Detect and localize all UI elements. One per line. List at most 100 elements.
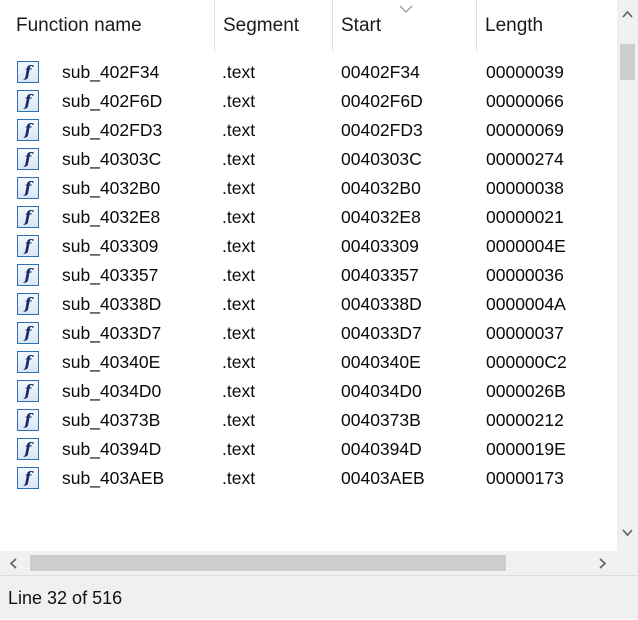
column-header-label: Start — [341, 15, 382, 36]
start-cell: 00402F34 — [341, 62, 420, 82]
function-name-cell: sub_402FD3 — [62, 120, 163, 140]
function-name-cell: sub_403AEB — [62, 468, 165, 488]
table-row[interactable]: f sub_402F6D .text 00402F6D 00000066 — [0, 87, 617, 116]
segment-cell: .text — [222, 294, 256, 314]
scroll-right-arrow-icon[interactable] — [597, 557, 609, 570]
table-row[interactable]: f sub_40338D .text 0040338D 0000004A — [0, 290, 617, 319]
segment-cell: .text — [222, 468, 256, 488]
function-icon: f — [17, 293, 39, 315]
vertical-scroll-thumb[interactable] — [620, 44, 635, 80]
length-cell: 000000C2 — [486, 352, 567, 372]
functions-list-view[interactable]: Function name Segment Start Length f sub_… — [0, 0, 638, 575]
function-name-cell: sub_403309 — [62, 236, 159, 256]
function-icon: f — [17, 322, 39, 344]
function-name-cell: sub_403357 — [62, 265, 159, 285]
table-row[interactable]: f sub_403309 .text 00403309 0000004E — [0, 232, 617, 261]
segment-cell: .text — [222, 323, 256, 343]
start-cell: 00403AEB — [341, 468, 425, 488]
length-cell: 0000019E — [486, 439, 566, 459]
table-row[interactable]: f sub_4033D7 .text 004033D7 00000037 — [0, 319, 617, 348]
function-icon: f — [17, 177, 39, 199]
start-cell: 0040373B — [341, 410, 421, 430]
segment-cell: .text — [222, 62, 256, 82]
table-row[interactable]: f sub_402F34 .text 00402F34 00000039 — [0, 58, 617, 87]
vertical-scrollbar[interactable] — [617, 0, 638, 551]
function-name-cell: sub_402F6D — [62, 91, 163, 111]
start-cell: 0040303C — [341, 149, 422, 169]
segment-cell: .text — [222, 265, 256, 285]
table-row[interactable]: f sub_403357 .text 00403357 00000036 — [0, 261, 617, 290]
segment-cell: .text — [222, 439, 256, 459]
horizontal-scroll-thumb[interactable] — [30, 555, 506, 571]
table-row[interactable]: f sub_4034D0 .text 004034D0 0000026B — [0, 377, 617, 406]
length-cell: 00000173 — [486, 468, 564, 488]
column-header-label: Function name — [16, 15, 142, 36]
function-name-cell: sub_40340E — [62, 352, 161, 372]
column-header-segment[interactable]: Segment — [215, 0, 333, 52]
start-cell: 00403309 — [341, 236, 419, 256]
length-cell: 0000004E — [486, 236, 566, 256]
function-icon: f — [17, 351, 39, 373]
function-name-cell: sub_40303C — [62, 149, 162, 169]
segment-cell: .text — [222, 91, 256, 111]
scrollbar-corner — [617, 551, 638, 575]
scroll-left-arrow-icon[interactable] — [7, 557, 19, 570]
function-name-cell: sub_4032E8 — [62, 207, 161, 227]
function-icon: f — [17, 438, 39, 460]
table-row[interactable]: f sub_40303C .text 0040303C 00000274 — [0, 145, 617, 174]
start-cell: 004032B0 — [341, 178, 421, 198]
length-cell: 00000274 — [486, 149, 564, 169]
table-row[interactable]: f sub_40394D .text 0040394D 0000019E — [0, 435, 617, 464]
table-row[interactable]: f sub_40340E .text 0040340E 000000C2 — [0, 348, 617, 377]
start-cell: 004033D7 — [341, 323, 422, 343]
length-cell: 00000036 — [486, 265, 564, 285]
function-name-cell: sub_4032B0 — [62, 178, 161, 198]
column-header-length[interactable]: Length — [477, 0, 617, 52]
function-icon: f — [17, 467, 39, 489]
column-header-label: Length — [485, 15, 544, 36]
segment-cell: .text — [222, 410, 256, 430]
length-cell: 00000212 — [486, 410, 564, 430]
scroll-up-arrow-icon[interactable] — [621, 8, 634, 20]
start-cell: 00402FD3 — [341, 120, 423, 140]
function-icon: f — [17, 264, 39, 286]
function-name-cell: sub_40338D — [62, 294, 162, 314]
column-header-label: Segment — [223, 15, 300, 36]
function-name-cell: sub_402F34 — [62, 62, 160, 82]
status-bar: Line 32 of 516 — [0, 575, 638, 619]
start-cell: 00402F6D — [341, 91, 423, 111]
start-cell: 0040340E — [341, 352, 421, 372]
length-cell: 00000069 — [486, 120, 564, 140]
list-header: Function name Segment Start Length — [0, 0, 617, 52]
table-row[interactable]: f sub_4032B0 .text 004032B0 00000038 — [0, 174, 617, 203]
segment-cell: .text — [222, 352, 256, 372]
table-row[interactable]: f sub_40373B .text 0040373B 00000212 — [0, 406, 617, 435]
start-cell: 004032E8 — [341, 207, 421, 227]
function-icon: f — [17, 380, 39, 402]
length-cell: 00000037 — [486, 323, 564, 343]
table-row[interactable]: f sub_403AEB .text 00403AEB 00000173 — [0, 464, 617, 493]
function-icon: f — [17, 61, 39, 83]
length-cell: 0000004A — [486, 294, 566, 314]
segment-cell: .text — [222, 207, 256, 227]
column-header-function-name[interactable]: Function name — [0, 0, 215, 52]
length-cell: 00000066 — [486, 91, 564, 111]
function-icon: f — [17, 235, 39, 257]
length-cell: 00000021 — [486, 207, 564, 227]
start-cell: 00403357 — [341, 265, 419, 285]
start-cell: 004034D0 — [341, 381, 422, 401]
function-icon: f — [17, 409, 39, 431]
function-icon: f — [17, 206, 39, 228]
status-line-indicator: Line 32 of 516 — [8, 588, 123, 608]
function-name-cell: sub_4033D7 — [62, 323, 162, 343]
function-icon: f — [17, 119, 39, 141]
chevron-down-icon — [399, 5, 413, 13]
horizontal-scrollbar[interactable] — [0, 551, 617, 575]
scroll-down-arrow-icon[interactable] — [621, 527, 634, 539]
table-row[interactable]: f sub_402FD3 .text 00402FD3 00000069 — [0, 116, 617, 145]
segment-cell: .text — [222, 120, 256, 140]
function-name-cell: sub_4034D0 — [62, 381, 162, 401]
table-row[interactable]: f sub_4032E8 .text 004032E8 00000021 — [0, 203, 617, 232]
function-name-cell: sub_40373B — [62, 410, 161, 430]
length-cell: 0000026B — [486, 381, 566, 401]
